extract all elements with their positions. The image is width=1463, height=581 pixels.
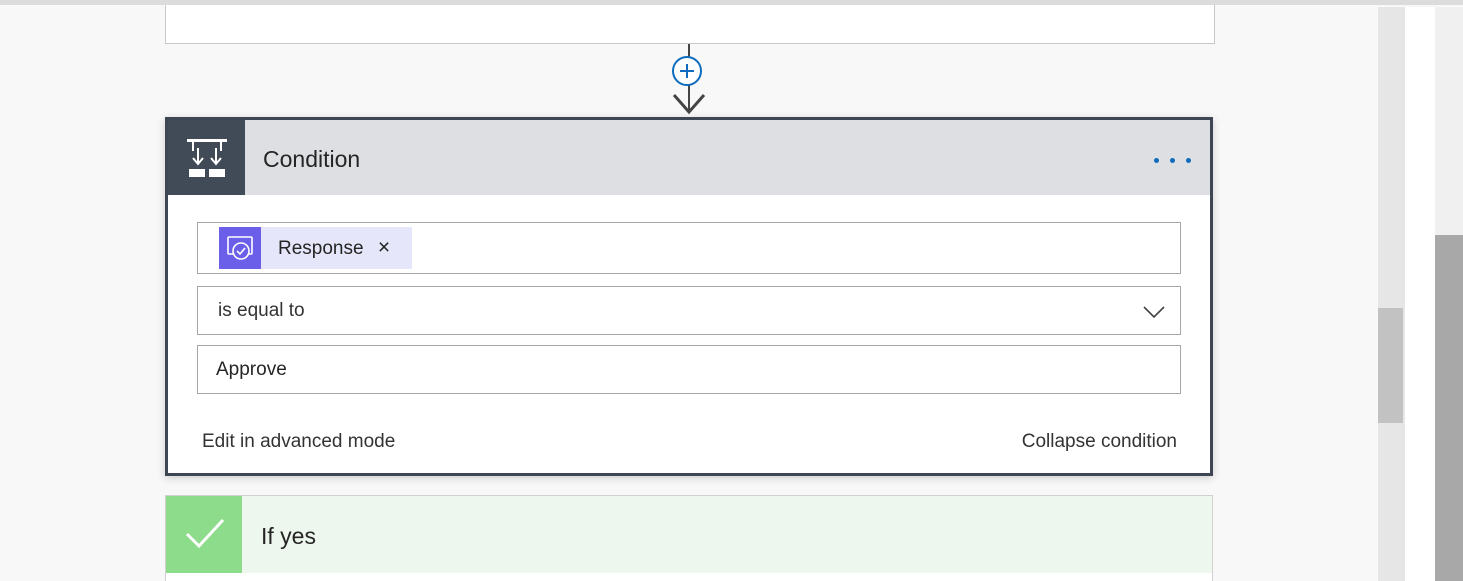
plus-icon: [680, 64, 694, 78]
condition-icon: [187, 139, 227, 177]
chevron-down-icon: [1143, 306, 1165, 319]
more-dot: [1170, 158, 1175, 163]
token-label: Response: [278, 238, 364, 259]
operator-selected-value: is equal to: [218, 300, 305, 321]
previous-step-card[interactable]: [165, 5, 1215, 44]
response-token[interactable]: Response ×: [219, 227, 412, 269]
if-yes-header[interactable]: If yes: [166, 496, 1212, 573]
token-remove-button[interactable]: ×: [373, 236, 395, 260]
designer-scrollbar-thumb[interactable]: [1378, 308, 1403, 423]
operator-dropdown[interactable]: is equal to: [197, 286, 1181, 335]
more-options-button[interactable]: [1150, 150, 1194, 170]
if-yes-branch-card: If yes: [165, 495, 1213, 581]
token-icon-box: [219, 227, 261, 269]
condition-header[interactable]: Condition: [168, 120, 1210, 195]
checkmark-icon: [185, 518, 225, 549]
condition-value-field[interactable]: Approve: [197, 345, 1181, 394]
condition-value-input[interactable]: Approve: [216, 359, 1116, 381]
more-dot: [1154, 158, 1159, 163]
edit-advanced-mode-link[interactable]: Edit in advanced mode: [202, 431, 395, 453]
approval-icon: [227, 236, 253, 260]
page-scrollbar-thumb[interactable]: [1435, 235, 1463, 581]
add-step-button[interactable]: [672, 56, 702, 86]
condition-left-operand-field[interactable]: Response ×: [197, 222, 1181, 274]
if-yes-title[interactable]: If yes: [261, 523, 316, 550]
condition-title[interactable]: Condition: [263, 146, 360, 173]
condition-icon-box: [168, 120, 245, 195]
more-dot: [1186, 158, 1191, 163]
designer-scrollbar-track[interactable]: [1378, 7, 1405, 581]
arrow-down-icon: [672, 94, 706, 115]
if-yes-icon-box: [166, 496, 242, 573]
condition-card: Condition Response × is equal to Approve…: [165, 117, 1213, 476]
collapse-condition-link[interactable]: Collapse condition: [1022, 431, 1177, 453]
page-gutter: [1405, 7, 1435, 581]
